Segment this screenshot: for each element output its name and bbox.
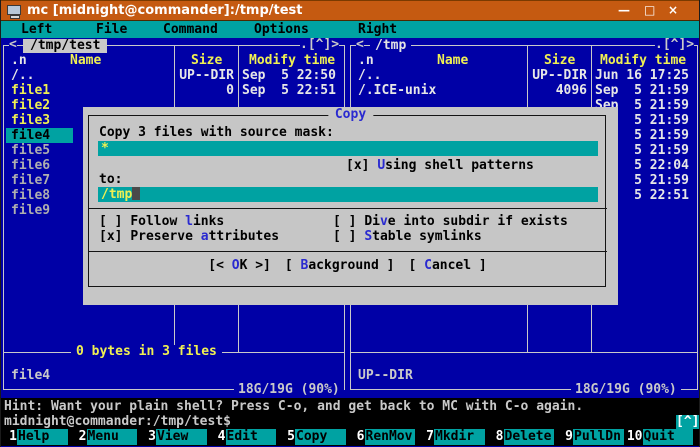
background-button[interactable]: [ Background ] [285, 258, 395, 273]
left-panel-path[interactable]: /tmp/test [23, 39, 107, 53]
right-panel-status-divider [351, 352, 697, 353]
menubar: Left File Command Options Right [1, 21, 699, 38]
menu-left[interactable]: Left [21, 21, 52, 38]
cmdline-up-icon[interactable]: [^] [676, 415, 699, 429]
stable-symlinks-checkbox[interactable]: [ ] Stable symlinks [333, 229, 482, 244]
ok-button[interactable]: [< OK >] [208, 258, 271, 273]
mc-window: mc [midnight@commander]:/tmp/test — □ × … [0, 0, 700, 447]
function-key-bar: 1Help 2Menu 3View 4Edit 5Copy 6RenMov 7M… [1, 429, 696, 445]
right-panel-disk-usage: 18G/19G (90%) [571, 383, 681, 397]
right-sort-indicator[interactable]: .n [358, 53, 374, 68]
dive-into-subdir-checkbox[interactable]: [ ] Dive into subdir if exists [333, 214, 568, 229]
cancel-button[interactable]: [ Cancel ] [408, 258, 486, 273]
left-panel-back-arrow[interactable]: < [9, 38, 17, 52]
table-row[interactable]: /.. UP--DIR Jun 16 17:25 [351, 68, 697, 83]
copy-dialog: Copy Copy 3 files with source mask: * [x… [83, 107, 618, 305]
right-col-name[interactable]: Name [437, 53, 468, 68]
preserve-attributes-checkbox[interactable]: [x] Preserve attributes [99, 229, 279, 244]
table-row[interactable]: /.. UP--DIR Sep 5 22:50 [4, 68, 344, 83]
left-panel-disk-usage: 18G/19G (90%) [234, 383, 344, 397]
fkey-mkdir[interactable]: 7Mkdir [418, 429, 488, 445]
shell-patterns-checkbox[interactable]: [x] Using shell patterns [346, 158, 534, 173]
right-panel-path[interactable]: /tmp [370, 39, 411, 53]
titlebar: mc [midnight@commander]:/tmp/test — □ × [1, 0, 699, 21]
left-panel-totals: 0 bytes in 3 files [71, 345, 222, 359]
copy-dialog-title: Copy [328, 108, 373, 122]
left-panel-mini-status: file4 [11, 368, 50, 383]
source-mask-input[interactable]: * [98, 141, 598, 156]
fkey-menu[interactable]: 2Menu [71, 429, 141, 445]
window-title: mc [midnight@commander]:/tmp/test [27, 3, 303, 18]
left-panel-up-icon[interactable]: .[^]> [300, 38, 339, 52]
fkey-renmov[interactable]: 6RenMov [349, 429, 419, 445]
left-col-name[interactable]: Name [70, 53, 101, 68]
dialog-divider [88, 251, 607, 252]
terminal-window-icon [7, 5, 21, 18]
dialog-buttons: [< OK >] [ Background ] [ Cancel ] [88, 258, 607, 273]
destination-input[interactable]: /tmp [98, 187, 598, 202]
fkey-view[interactable]: 3View [140, 429, 210, 445]
hint-line: Hint: Want your plain shell? Press C-o, … [4, 399, 583, 414]
menu-options[interactable]: Options [254, 21, 309, 38]
left-col-mtime[interactable]: Modify time [249, 53, 335, 68]
fkey-delete[interactable]: 8Delete [488, 429, 558, 445]
right-panel-up-icon[interactable]: .[^]> [655, 38, 694, 52]
fkey-edit[interactable]: 4Edit [210, 429, 280, 445]
left-col-size[interactable]: Size [191, 53, 222, 68]
table-row[interactable]: file1 0 Sep 5 22:51 [4, 83, 344, 98]
menu-command[interactable]: Command [163, 21, 218, 38]
menu-right[interactable]: Right [358, 21, 397, 38]
command-line[interactable]: midnight@commander:/tmp/test$ [4, 414, 231, 429]
right-panel-header: .n Name Size Modify time [351, 53, 697, 68]
text-cursor [132, 187, 140, 200]
menu-file[interactable]: File [96, 21, 127, 38]
fkey-quit[interactable]: 10Quit [627, 429, 697, 445]
table-row[interactable]: /.ICE-unix 4096 Sep 5 21:59 [351, 83, 697, 98]
left-sort-indicator[interactable]: .n [11, 53, 27, 68]
right-col-mtime[interactable]: Modify time [600, 53, 686, 68]
to-label: to: [99, 172, 122, 187]
maximize-icon[interactable]: □ [644, 3, 655, 17]
right-panel-mini-status: UP--DIR [358, 368, 413, 383]
fkey-help[interactable]: 1Help [1, 429, 71, 445]
source-mask-prompt: Copy 3 files with source mask: [99, 125, 334, 140]
fkey-copy[interactable]: 5Copy [279, 429, 349, 445]
left-panel-header: .n Name Size Modify time [4, 53, 344, 68]
follow-links-checkbox[interactable]: [ ] Follow links [99, 214, 224, 229]
dialog-divider [88, 208, 607, 209]
right-panel-back-arrow[interactable]: < [356, 38, 364, 52]
fkey-pulldn[interactable]: 9PullDn [557, 429, 627, 445]
close-icon[interactable]: × [668, 3, 678, 17]
right-col-size[interactable]: Size [544, 53, 575, 68]
minimize-icon[interactable]: — [618, 3, 630, 17]
